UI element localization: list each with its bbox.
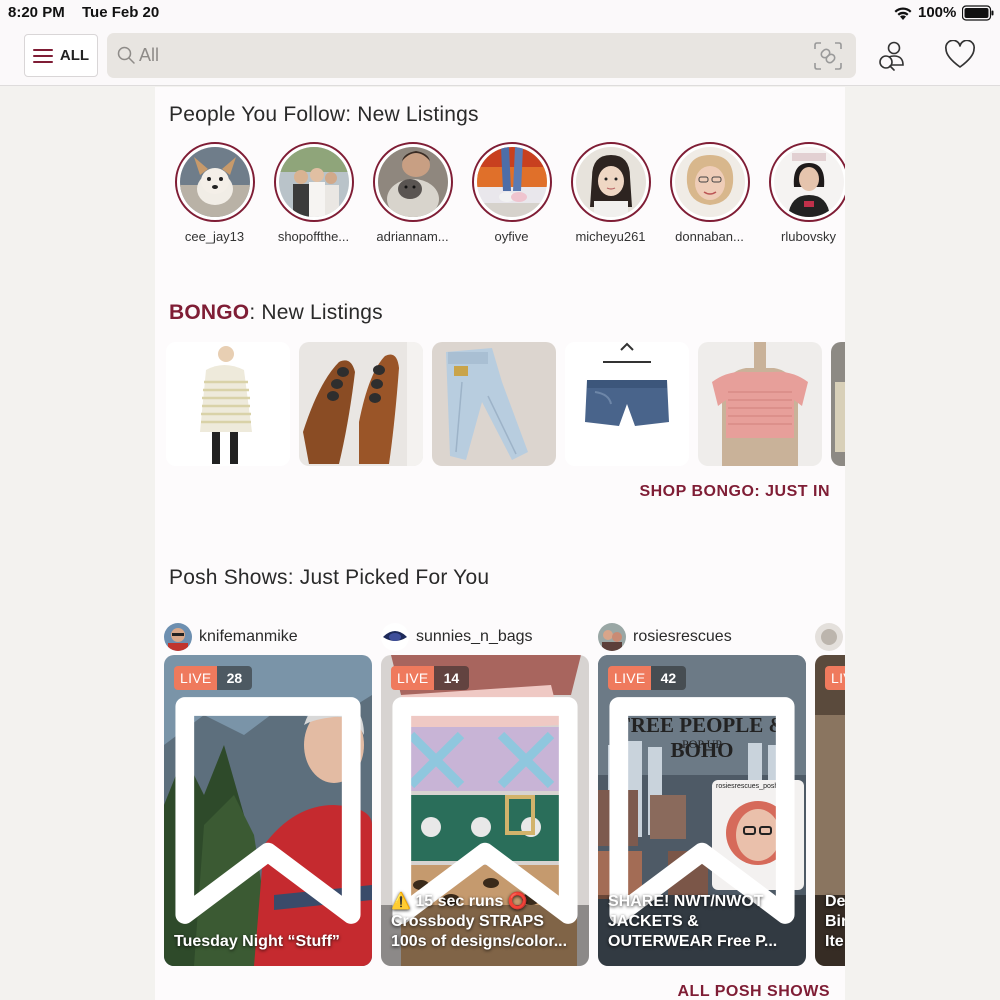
follow-username: rlubovsky xyxy=(781,229,836,244)
follow-username: adriannam... xyxy=(376,229,449,244)
avatar xyxy=(174,142,255,222)
host-username: sunnies_n_bags xyxy=(416,628,533,645)
listing-tile[interactable] xyxy=(698,342,822,466)
all-posh-shows-link[interactable]: ALL POSH SHOWS xyxy=(678,983,831,1000)
avatar xyxy=(570,142,651,222)
host-username: knifemanmike xyxy=(199,628,298,645)
follow-username: cee_jay13 xyxy=(184,229,245,244)
people-icon[interactable] xyxy=(876,39,910,73)
host-avatar xyxy=(381,623,409,651)
show-card[interactable]: rosiesrescues FREE PEOPLE & BOHO POP UP … xyxy=(598,620,807,966)
brand-section-title: BONGO: New Listings xyxy=(169,301,383,325)
battery-icon xyxy=(962,5,994,21)
show-card[interactable]: LIV De Bir Ite xyxy=(815,620,845,966)
listing-tile[interactable] xyxy=(831,342,845,466)
live-tag: LIV xyxy=(825,666,845,690)
show-title: ⚠️ 15 sec runs ⭕ Crossbody STRAPS 100s o… xyxy=(391,893,568,950)
avatar xyxy=(471,142,552,222)
listing-tile[interactable] xyxy=(565,342,689,466)
follow-user[interactable]: donnaban... xyxy=(660,142,759,244)
shows-section-title: Posh Shows: Just Picked For You xyxy=(169,566,490,589)
show-title: De Bir Ite xyxy=(825,893,845,950)
avatar xyxy=(273,142,354,222)
follow-user[interactable]: micheyu261 xyxy=(561,142,660,244)
show-card[interactable]: sunnies_n_bags LIVE 14 ⚠️ 15 sec runs ⭕ … xyxy=(381,620,590,966)
avatar xyxy=(372,142,453,222)
search-icon xyxy=(117,46,135,64)
top-navigation-bar: ALL xyxy=(0,26,1000,86)
follow-username: donnaban... xyxy=(675,229,744,244)
shop-brand-just-in-link[interactable]: SHOP BONGO: JUST IN xyxy=(639,483,830,501)
host-username: rosiesrescues xyxy=(633,628,732,645)
listing-tile[interactable] xyxy=(299,342,423,466)
follow-section-title: People You Follow: New Listings xyxy=(169,103,479,126)
menu-all-label: ALL xyxy=(59,47,90,64)
show-card[interactable]: knifemanmike LIVE 28 Tuesday Night “Stuf… xyxy=(164,620,373,966)
follow-user[interactable]: rlubovsky xyxy=(759,142,845,244)
avatar xyxy=(768,142,845,222)
host-avatar xyxy=(164,623,192,651)
show-video[interactable]: FREE PEOPLE & BOHO POP UP rosiesrescues_… xyxy=(598,655,806,966)
battery-percentage: 100% xyxy=(918,4,957,21)
show-host[interactable]: rosiesrescues xyxy=(598,620,807,654)
follow-username: shopoffthe... xyxy=(277,229,350,244)
hamburger-icon xyxy=(32,48,53,63)
search-bar[interactable] xyxy=(107,33,856,78)
brand-title-suffix: : New Listings xyxy=(249,301,383,324)
heart-icon[interactable] xyxy=(944,40,976,70)
status-bar: 8:20 PM Tue Feb 20 100% xyxy=(0,0,1000,26)
follow-user[interactable]: shopoffthe... xyxy=(264,142,363,244)
follow-username: micheyu261 xyxy=(575,229,646,244)
show-host[interactable]: sunnies_n_bags xyxy=(381,620,590,654)
show-video[interactable]: LIVE 28 Tuesday Night “Stuff” xyxy=(164,655,372,966)
show-title: SHARE! NWT/NWOT JACKETS & OUTERWEAR Free… xyxy=(608,893,778,950)
follow-user[interactable]: adriannam... xyxy=(363,142,462,244)
show-host[interactable]: knifemanmike xyxy=(164,620,373,654)
brand-name[interactable]: BONGO xyxy=(169,301,249,324)
show-title: Tuesday Night “Stuff” xyxy=(174,933,340,950)
show-video[interactable]: LIVE 14 ⚠️ 15 sec runs ⭕ Crossbody STRAP… xyxy=(381,655,589,966)
follow-username: oyfive xyxy=(494,229,529,244)
wifi-icon xyxy=(894,7,912,20)
show-host[interactable] xyxy=(815,620,845,654)
link-scan-icon[interactable] xyxy=(813,41,843,71)
follow-carousel[interactable]: cee_jay13 shopoffthe... adriannam... oyf… xyxy=(165,142,845,252)
menu-all-button[interactable]: ALL xyxy=(24,34,98,77)
brand-listings-carousel[interactable] xyxy=(166,342,845,466)
avatar xyxy=(669,142,750,222)
listing-tile[interactable] xyxy=(432,342,556,466)
host-avatar xyxy=(598,623,626,651)
status-time: 8:20 PM xyxy=(8,4,65,21)
show-video[interactable]: LIV De Bir Ite xyxy=(815,655,845,966)
host-avatar xyxy=(815,623,843,651)
follow-user[interactable]: cee_jay13 xyxy=(165,142,264,244)
listing-tile[interactable] xyxy=(166,342,290,466)
main-feed[interactable]: People You Follow: New Listings cee_jay1… xyxy=(155,87,845,1000)
bookmark-icon[interactable] xyxy=(164,655,372,966)
search-input[interactable] xyxy=(139,33,799,78)
follow-user[interactable]: oyfive xyxy=(462,142,561,244)
status-date: Tue Feb 20 xyxy=(82,4,160,21)
live-indicator: LIV xyxy=(825,666,845,690)
